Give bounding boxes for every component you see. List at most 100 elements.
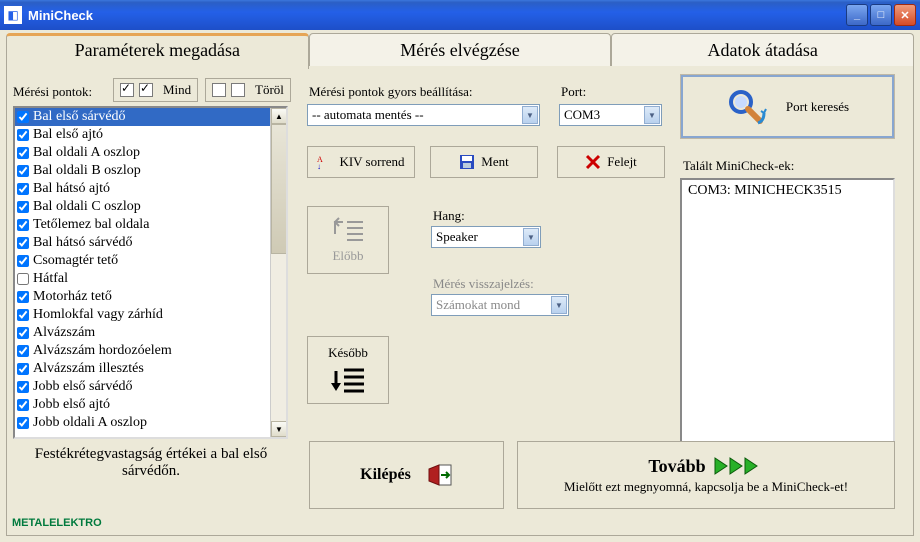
next-button[interactable]: Tovább Mielőtt ezt megnyomná, kapcsolja … bbox=[517, 441, 895, 509]
list-item[interactable]: Jobb első sárvédő bbox=[15, 378, 286, 396]
list-item[interactable]: Tetőlemez bal oldala bbox=[15, 216, 286, 234]
found-device-item[interactable]: COM3: MINICHECK3515 bbox=[688, 183, 887, 199]
forget-label: Felejt bbox=[607, 154, 637, 170]
clear-all-label: Töröl bbox=[255, 82, 284, 98]
move-down-button[interactable]: Később bbox=[307, 336, 389, 404]
list-item[interactable]: Bal oldali C oszlop bbox=[15, 198, 286, 216]
list-item-checkbox[interactable] bbox=[17, 273, 29, 285]
list-item-checkbox[interactable] bbox=[17, 165, 29, 177]
tab-strip: Paraméterek megadása Mérés elvégzése Ada… bbox=[6, 33, 914, 69]
list-item[interactable]: Alvázszám bbox=[15, 324, 286, 342]
points-listbox[interactable]: Bal első sárvédő Bal első ajtó Bal oldali … bbox=[13, 106, 288, 439]
list-item[interactable]: Bal első ajtó bbox=[15, 126, 286, 144]
found-devices-list[interactable]: COM3: MINICHECK3515 bbox=[680, 178, 895, 450]
list-item-checkbox[interactable] bbox=[17, 147, 29, 159]
list-item[interactable]: Bal oldali B oszlop bbox=[15, 162, 286, 180]
list-item-checkbox[interactable] bbox=[17, 129, 29, 141]
list-item-label: Jobb első ajtó bbox=[33, 397, 110, 413]
kiv-order-label: KIV sorrend bbox=[339, 154, 404, 170]
list-item-label: Bal első sárvédő bbox=[33, 109, 126, 125]
move-up-button: Előbb bbox=[307, 206, 389, 274]
chevron-down-icon: ▼ bbox=[522, 106, 538, 124]
list-item[interactable]: Bal hátsó ajtó bbox=[15, 180, 286, 198]
list-item-label: Jobb első sárvédő bbox=[33, 379, 133, 395]
empty-check-icon bbox=[231, 83, 245, 97]
list-item[interactable]: Bal oldali A oszlop bbox=[15, 144, 286, 162]
list-item[interactable]: Homlokfal vagy zárhíd bbox=[15, 306, 286, 324]
list-item[interactable]: Jobb első ajtó bbox=[15, 396, 286, 414]
move-down-label: Később bbox=[328, 345, 368, 361]
list-item-checkbox[interactable] bbox=[17, 381, 29, 393]
list-item-checkbox[interactable] bbox=[17, 417, 29, 429]
list-item[interactable]: Hátfal bbox=[15, 270, 286, 288]
list-item-checkbox[interactable] bbox=[17, 363, 29, 375]
tab-parameters[interactable]: Paraméterek megadása bbox=[6, 33, 309, 69]
list-item-label: Bal hátsó sárvédő bbox=[33, 235, 133, 251]
list-item-checkbox[interactable] bbox=[17, 309, 29, 321]
list-item-label: Alvázszám hordozóelem bbox=[33, 343, 172, 359]
footer-hint: Festékrétegvastagság értékei a bal első … bbox=[17, 446, 285, 480]
measuring-points-label: Mérési pontok: bbox=[13, 84, 92, 100]
port-search-button[interactable]: Port keresés bbox=[681, 75, 894, 138]
maximize-button[interactable]: □ bbox=[870, 4, 892, 26]
svg-text:↓: ↓ bbox=[317, 162, 321, 170]
content-area: Paraméterek megadása Mérés elvégzése Ada… bbox=[0, 30, 920, 542]
quick-set-combo[interactable]: -- automata mentés -- ▼ bbox=[307, 104, 540, 126]
next-label: Tovább bbox=[648, 456, 705, 477]
exit-button[interactable]: Kilépés bbox=[309, 441, 504, 509]
sound-label: Hang: bbox=[433, 208, 465, 224]
list-item[interactable]: Alvázszám hordozóelem bbox=[15, 342, 286, 360]
delete-icon bbox=[585, 154, 601, 170]
scroll-up-button[interactable]: ▲ bbox=[271, 108, 287, 124]
port-label: Port: bbox=[561, 84, 586, 100]
list-item-checkbox[interactable] bbox=[17, 399, 29, 411]
port-combo[interactable]: COM3 ▼ bbox=[559, 104, 662, 126]
list-item-checkbox[interactable] bbox=[17, 183, 29, 195]
list-item[interactable]: Bal hátsó sárvédő bbox=[15, 234, 286, 252]
clear-all-button[interactable]: Töröl bbox=[205, 78, 291, 102]
select-all-label: Mind bbox=[163, 82, 191, 98]
scrollbar[interactable]: ▲ ▼ bbox=[270, 108, 286, 437]
move-up-icon bbox=[331, 216, 365, 242]
scroll-thumb[interactable] bbox=[271, 124, 287, 254]
tab-data-transfer[interactable]: Adatok átadása bbox=[611, 33, 914, 69]
exit-icon bbox=[425, 461, 453, 489]
list-item-label: Bal oldali C oszlop bbox=[33, 199, 141, 215]
list-item-checkbox[interactable] bbox=[17, 327, 29, 339]
list-item[interactable]: Alvázszám illesztés bbox=[15, 360, 286, 378]
list-item-label: Bal oldali B oszlop bbox=[33, 163, 141, 179]
chevron-down-icon: ▼ bbox=[523, 228, 539, 246]
port-search-label: Port keresés bbox=[786, 99, 849, 115]
list-item[interactable]: Bal első sárvédő bbox=[15, 108, 286, 126]
list-item-checkbox[interactable] bbox=[17, 345, 29, 357]
list-item-label: Csomagtér tető bbox=[33, 253, 118, 269]
scroll-down-button[interactable]: ▼ bbox=[271, 421, 287, 437]
list-item-checkbox[interactable] bbox=[17, 111, 29, 123]
quick-set-label: Mérési pontok gyors beállítása: bbox=[309, 84, 473, 100]
list-item-label: Alvázszám bbox=[33, 325, 95, 341]
forget-button[interactable]: Felejt bbox=[557, 146, 665, 178]
save-button[interactable]: Ment bbox=[430, 146, 538, 178]
list-item-checkbox[interactable] bbox=[17, 219, 29, 231]
move-down-icon bbox=[330, 367, 366, 395]
feedback-combo: Számokat mond ▼ bbox=[431, 294, 569, 316]
list-item[interactable]: Jobb oldali A oszlop bbox=[15, 414, 286, 432]
list-item-checkbox[interactable] bbox=[17, 237, 29, 249]
chevron-down-icon: ▼ bbox=[644, 106, 660, 124]
select-all-button[interactable]: Mind bbox=[113, 78, 198, 102]
close-button[interactable]: ✕ bbox=[894, 4, 916, 26]
list-item-checkbox[interactable] bbox=[17, 201, 29, 213]
list-item[interactable]: Csomagtér tető bbox=[15, 252, 286, 270]
list-item-label: Bal oldali A oszlop bbox=[33, 145, 140, 161]
list-item-label: Bal első ajtó bbox=[33, 127, 103, 143]
sound-combo[interactable]: Speaker ▼ bbox=[431, 226, 541, 248]
tab-measurement[interactable]: Mérés elvégzése bbox=[309, 33, 612, 69]
list-item-checkbox[interactable] bbox=[17, 255, 29, 267]
save-label: Ment bbox=[481, 154, 508, 170]
kiv-order-button[interactable]: A↓ KIV sorrend bbox=[307, 146, 415, 178]
list-item[interactable]: Motorház tető bbox=[15, 288, 286, 306]
minimize-button[interactable]: _ bbox=[846, 4, 868, 26]
save-icon bbox=[459, 154, 475, 170]
port-value: COM3 bbox=[564, 107, 600, 123]
list-item-checkbox[interactable] bbox=[17, 291, 29, 303]
